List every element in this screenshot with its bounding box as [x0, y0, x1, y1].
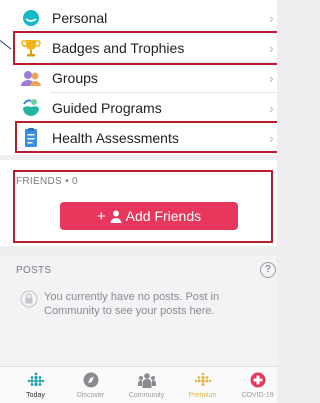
menu-item-label: Guided Programs — [52, 100, 162, 116]
tab-label: Community — [128, 392, 165, 399]
tab-premium[interactable]: Premium — [175, 367, 230, 403]
menu-item-label: Personal — [52, 10, 108, 26]
tab-covid-19[interactable]: COVID-19 — [230, 367, 285, 403]
groups-icon — [21, 71, 41, 86]
covid-icon — [250, 372, 265, 388]
menu-item-personal[interactable]: Personal › — [0, 3, 277, 33]
tab-label: Today — [26, 392, 45, 399]
posts-empty-message: You currently have no posts. Post in Com… — [44, 291, 220, 317]
tab-discover[interactable]: Discover — [63, 367, 118, 403]
highlight-box-badges — [13, 31, 277, 65]
menu-item-guided-programs[interactable]: Guided Programs › — [0, 93, 277, 123]
discover-icon — [83, 372, 98, 388]
guided-programs-icon — [23, 99, 39, 116]
community-icon — [137, 373, 156, 388]
tab-label: COVID-19 — [241, 392, 274, 399]
chevron-right-icon: › — [269, 100, 274, 116]
highlight-box-friends — [13, 170, 273, 243]
tab-bar: Today Discover Community Premium COVID-1… — [0, 366, 277, 403]
tab-label: Premium — [188, 392, 217, 399]
today-icon — [27, 372, 44, 387]
tab-label: Discover — [76, 392, 105, 399]
chevron-right-icon: › — [269, 10, 274, 26]
posts-title: POSTS — [16, 265, 52, 276]
chevron-right-icon: › — [269, 70, 274, 86]
highlight-box-health-assessments — [15, 121, 277, 153]
personal-icon — [23, 10, 39, 26]
tab-community[interactable]: Community — [119, 367, 174, 403]
tab-today[interactable]: Today — [8, 367, 63, 403]
menu-item-label: Groups — [52, 70, 98, 86]
premium-icon — [194, 372, 211, 386]
help-icon[interactable]: ? — [260, 262, 276, 278]
menu-item-groups[interactable]: Groups › — [0, 63, 277, 93]
lock-icon — [20, 290, 38, 308]
